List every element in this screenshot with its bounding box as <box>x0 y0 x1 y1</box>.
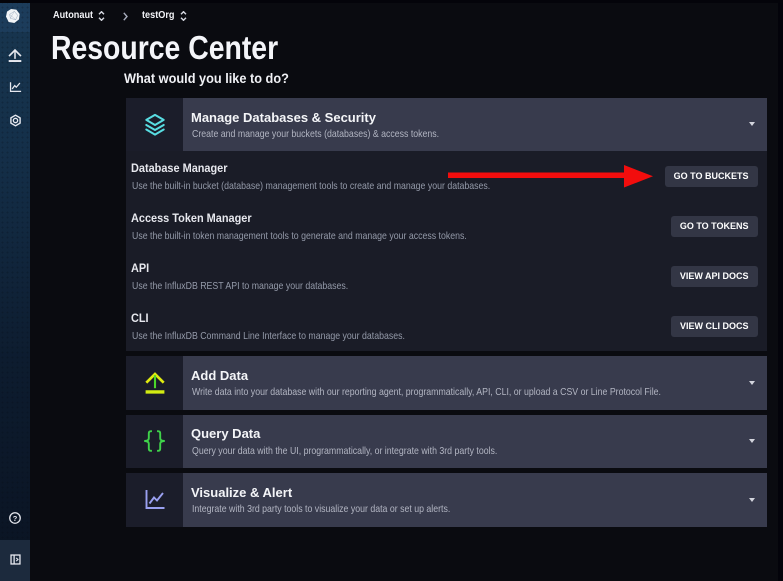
svg-text:?: ? <box>13 514 18 523</box>
